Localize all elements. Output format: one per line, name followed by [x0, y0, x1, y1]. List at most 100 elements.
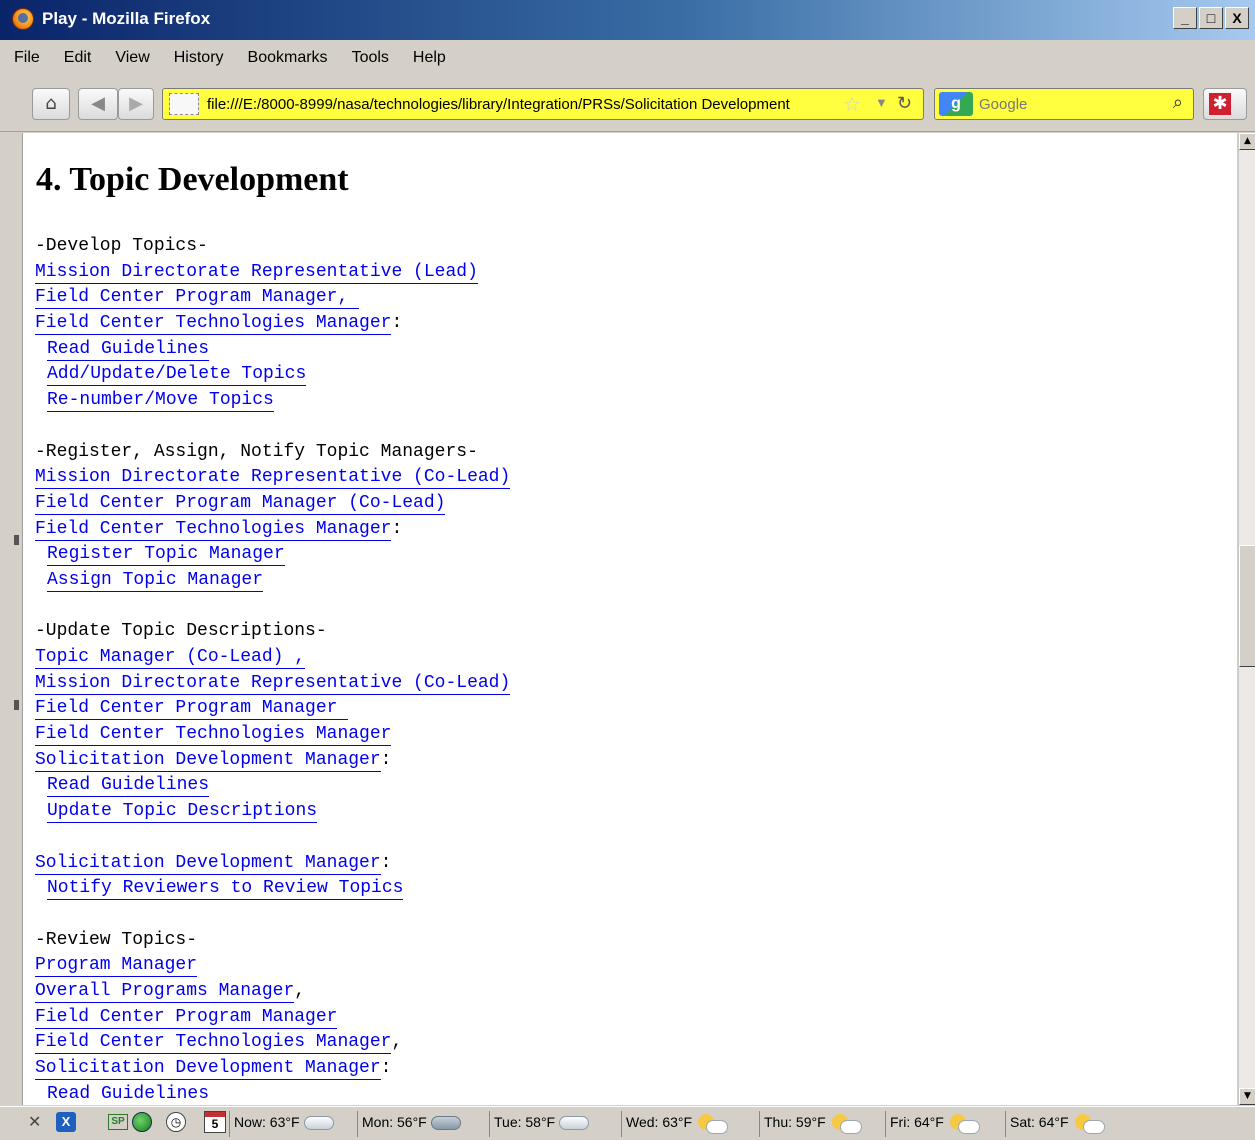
action-link[interactable]: Notify Reviewers to Review Topics — [47, 878, 404, 901]
firefox-window: Play - Mozilla Firefox _ □ X File Edit V… — [0, 0, 1255, 1140]
role-link[interactable]: Topic Manager (Co-Lead) , — [35, 647, 306, 669]
back-button[interactable]: ◀ — [78, 88, 118, 120]
role-link[interactable]: Field Center Program Manager — [35, 698, 349, 721]
url-dropdown-icon[interactable]: ▼ — [875, 95, 888, 110]
section-heading: -Review Topics- — [35, 929, 198, 950]
weather-item[interactable]: Fri: 64°F — [890, 1114, 980, 1135]
action-line: Read Guidelines — [35, 337, 510, 363]
role-link[interactable]: Solicitation Development Manager — [35, 1058, 381, 1080]
xmarks-icon[interactable]: X — [56, 1112, 76, 1132]
weather-item[interactable]: Wed: 63°F — [626, 1114, 729, 1135]
menu-tools[interactable]: Tools — [352, 49, 389, 67]
role-link[interactable]: Solicitation Development Manager — [35, 749, 381, 772]
role-line: Mission Directorate Representative (Co-L… — [35, 671, 511, 697]
google-icon[interactable]: g — [939, 92, 973, 116]
menu-edit[interactable]: Edit — [64, 49, 92, 67]
vertical-scrollbar[interactable]: ▲ ▼ — [1238, 133, 1255, 1105]
search-placeholder[interactable]: Google — [979, 96, 1027, 113]
role-link[interactable]: Mission Directorate Representative (Co-L… — [35, 672, 511, 695]
forward-arrow-icon: ▶ — [129, 93, 143, 114]
role-link[interactable]: Mission Directorate Representative (Lead… — [35, 261, 478, 284]
search-bar[interactable]: g Google ⌕ — [934, 88, 1194, 120]
menu-view[interactable]: View — [115, 49, 149, 67]
menu-file[interactable]: File — [14, 49, 40, 67]
role-link[interactable]: Overall Programs Manager — [35, 980, 295, 1003]
action-link[interactable]: Re-number/Move Topics — [47, 390, 274, 413]
action-link[interactable]: Add/Update/Delete Topics — [47, 364, 307, 387]
menu-bar: File Edit View History Bookmarks Tools H… — [0, 40, 1255, 76]
action-line: Notify Reviewers to Review Topics — [35, 876, 510, 902]
scroll-down-arrow-icon[interactable]: ▼ — [1239, 1088, 1255, 1105]
action-link[interactable]: Register Topic Manager — [47, 544, 285, 567]
role-line: Field Center Program Manager, — [35, 285, 510, 311]
url-text[interactable]: file:///E:/8000-8999/nasa/technologies/l… — [207, 96, 837, 113]
home-icon: ⌂ — [45, 93, 57, 114]
weather-item[interactable]: Tue: 58°F — [494, 1114, 590, 1131]
maximize-button[interactable]: □ — [1199, 7, 1223, 29]
reload-icon[interactable]: ↻ — [897, 93, 912, 114]
site-identity-icon[interactable] — [169, 93, 199, 115]
role-link[interactable]: Field Center Technologies Manager — [35, 313, 392, 336]
menu-bookmarks[interactable]: Bookmarks — [248, 49, 328, 67]
role-suffix: : — [391, 518, 403, 539]
role-link[interactable]: Field Center Technologies Manager — [35, 1032, 392, 1055]
bookmark-star-icon[interactable]: ☆ — [843, 92, 861, 117]
addon-bar: ✕ X SP ◷ 5 Now: 63°F Mon: 56°F Tue: 58°F We… — [0, 1106, 1255, 1140]
sun-cloud-icon — [1073, 1114, 1105, 1135]
role-line: Overall Programs Manager, — [35, 979, 510, 1005]
home-button[interactable]: ⌂ — [32, 88, 70, 120]
url-bar[interactable]: file:///E:/8000-8999/nasa/technologies/l… — [162, 88, 924, 120]
menu-history[interactable]: History — [174, 49, 224, 67]
search-icon[interactable]: ⌕ — [1173, 92, 1183, 113]
weather-item[interactable]: Sat: 64°F — [1010, 1114, 1105, 1135]
weather-label: Sat: 64°F — [1010, 1114, 1069, 1130]
gutter-marker — [14, 700, 19, 710]
action-link[interactable]: Update Topic Descriptions — [47, 801, 318, 824]
section-heading: -Update Topic Descriptions- — [35, 621, 327, 642]
action-line: Re-number/Move Topics — [35, 388, 510, 414]
scroll-up-arrow-icon[interactable]: ▲ — [1239, 133, 1255, 150]
role-link[interactable]: Field Center Program Manager — [35, 1006, 338, 1029]
action-link[interactable]: Read Guidelines — [47, 1083, 210, 1105]
weather-item[interactable]: Mon: 56°F — [362, 1114, 461, 1131]
clock-icon[interactable]: ◷ — [166, 1112, 186, 1132]
role-line: Field Center Technologies Manager, — [35, 1030, 510, 1056]
scroll-thumb[interactable] — [1239, 545, 1255, 667]
role-line: Field Center Program Manager — [35, 696, 510, 722]
role-link[interactable]: Field Center Program Manager (Co-Lead) — [35, 492, 446, 515]
action-link[interactable]: Read Guidelines — [47, 338, 210, 361]
role-link[interactable]: Mission Directorate Representative (Co-L… — [35, 467, 511, 490]
status-separator — [229, 1111, 230, 1137]
menu-help[interactable]: Help — [413, 49, 446, 67]
sp-icon[interactable]: SP — [108, 1114, 128, 1130]
close-button[interactable]: X — [1225, 7, 1249, 29]
role-link[interactable]: Program Manager — [35, 955, 198, 978]
role-link[interactable]: Field Center Technologies Manager — [35, 724, 392, 747]
calendar-icon[interactable]: 5 — [204, 1111, 226, 1133]
action-line: Read Guidelines — [35, 773, 510, 799]
close-addon-bar-icon[interactable]: ✕ — [28, 1112, 41, 1132]
forward-button[interactable]: ▶ — [118, 88, 154, 120]
role-suffix: : — [380, 852, 392, 873]
action-link[interactable]: Read Guidelines — [47, 775, 210, 798]
action-link[interactable]: Assign Topic Manager — [47, 569, 264, 592]
role-link[interactable]: Field Center Program Manager, — [35, 287, 360, 310]
role-link[interactable]: Field Center Technologies Manager — [35, 518, 392, 541]
weather-item[interactable]: Thu: 59°F — [764, 1114, 862, 1135]
role-line: Field Center Program Manager (Co-Lead) — [35, 491, 510, 517]
action-line: Update Topic Descriptions — [35, 799, 510, 825]
role-link[interactable]: Solicitation Development Manager — [35, 852, 381, 875]
role-suffix: : — [380, 749, 392, 770]
minimize-button[interactable]: _ — [1173, 7, 1197, 29]
status-separator — [357, 1111, 358, 1137]
addon-button[interactable]: ✱ — [1203, 88, 1247, 120]
weather-label: Fri: 64°F — [890, 1114, 944, 1130]
topic-development-list: -Develop Topics- Mission Directorate Repr… — [35, 234, 511, 1105]
globe-icon[interactable] — [132, 1112, 152, 1132]
action-line: Assign Topic Manager — [35, 568, 510, 594]
weather-item[interactable]: Now: 63°F — [234, 1114, 334, 1131]
